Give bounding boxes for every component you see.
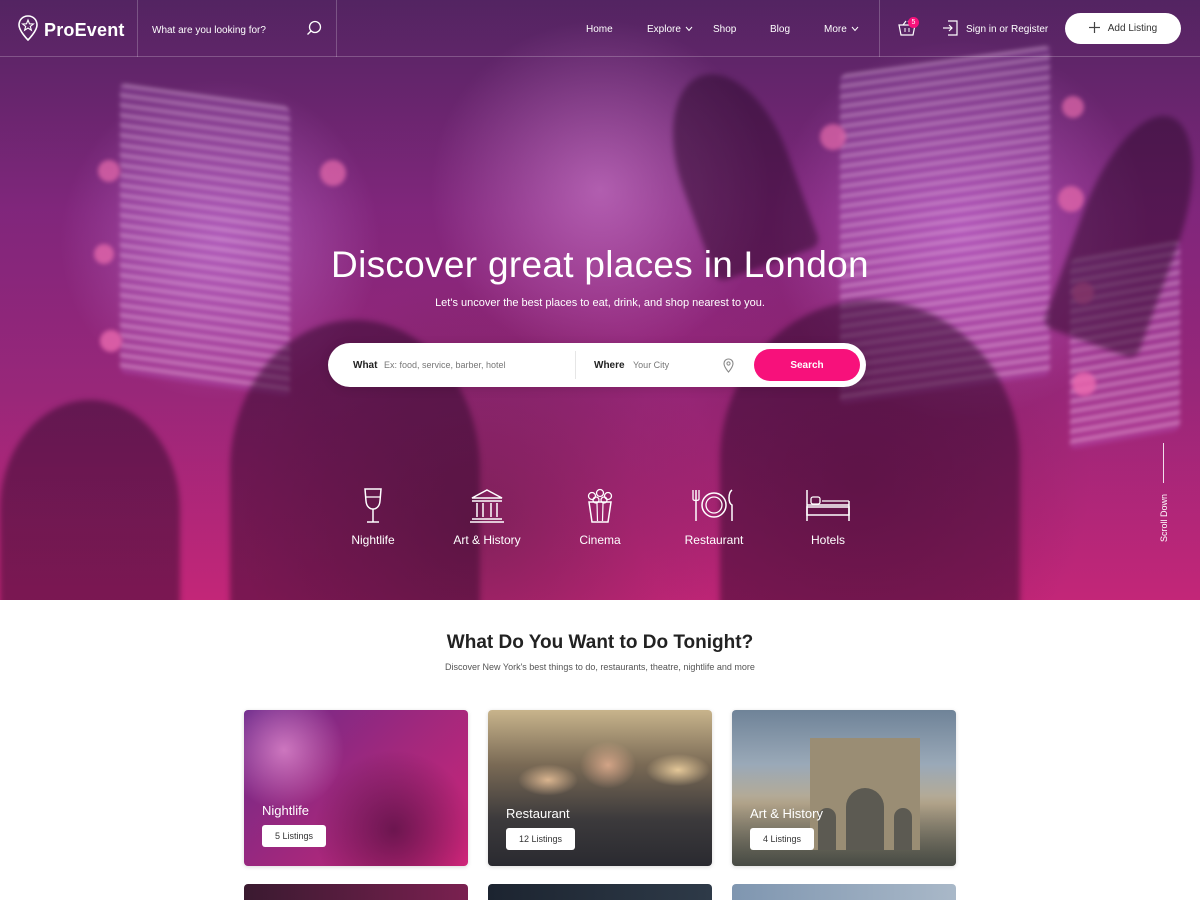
card-title: Art & History xyxy=(750,806,823,821)
nav-item-explore[interactable]: Explore xyxy=(647,24,693,35)
nav-item-label: Home xyxy=(586,24,613,35)
what-input[interactable] xyxy=(384,355,564,375)
nav-item-label: More xyxy=(824,24,847,35)
nav-item-home[interactable]: Home xyxy=(586,24,613,35)
category-card-nightlife[interactable]: Nightlife 5 Listings xyxy=(244,710,468,866)
category-label: Art & History xyxy=(453,533,521,547)
category-restaurant[interactable]: Restaurant xyxy=(664,487,764,547)
add-listing-label: Add Listing xyxy=(1107,23,1158,34)
search-icon[interactable] xyxy=(306,20,322,41)
nav-item-shop[interactable]: Shop xyxy=(713,24,736,35)
category-label: Nightlife xyxy=(351,533,395,547)
add-listing-button[interactable]: Add Listing xyxy=(1065,13,1181,44)
signin-label: Sign in or Register xyxy=(966,24,1049,35)
signin-link[interactable]: Sign in or Register xyxy=(942,20,1048,39)
nav-item-blog[interactable]: Blog xyxy=(770,24,790,35)
nav-search-placeholder[interactable]: What are you looking for? xyxy=(152,25,266,36)
search-divider xyxy=(575,351,576,379)
category-hotels[interactable]: Hotels xyxy=(778,487,878,547)
pin-star-icon xyxy=(18,15,38,46)
scroll-down-label: Scroll Down xyxy=(1159,494,1169,543)
section-subtitle: Discover New York's best things to do, r… xyxy=(445,662,755,672)
card-title: Nightlife xyxy=(262,803,309,818)
category-card-partial[interactable] xyxy=(732,884,956,900)
hero-title: Discover great places in London xyxy=(331,244,869,285)
nav-item-label: Blog xyxy=(770,24,791,35)
where-label: Where xyxy=(594,360,625,371)
bed-icon xyxy=(778,487,878,525)
triumphal-arch-image xyxy=(810,738,920,850)
scroll-down-indicator[interactable]: Scroll Down xyxy=(1157,443,1171,548)
logo[interactable]: ProEvent xyxy=(18,15,125,46)
listing-count-badge: 5 Listings xyxy=(262,825,327,847)
location-pin-icon[interactable] xyxy=(723,358,734,378)
chevron-down-icon xyxy=(685,24,693,35)
chevron-down-icon xyxy=(851,24,859,35)
hero-subtitle: Let's uncover the best places to eat, dr… xyxy=(435,297,765,309)
popcorn-icon xyxy=(550,487,650,525)
category-card-restaurant[interactable]: Restaurant 12 Listings xyxy=(488,710,712,866)
plate-cutlery-icon xyxy=(664,487,764,525)
category-card-partial[interactable] xyxy=(488,884,712,900)
search-button[interactable]: Search xyxy=(754,349,860,381)
plus-icon xyxy=(1088,21,1100,36)
category-cinema[interactable]: Cinema xyxy=(550,487,650,547)
nav-divider xyxy=(336,0,337,57)
category-label: Cinema xyxy=(579,533,621,547)
museum-icon xyxy=(437,487,537,525)
nav-divider xyxy=(137,0,138,57)
category-nightlife[interactable]: Nightlife xyxy=(323,487,423,547)
nav-item-more[interactable]: More xyxy=(824,24,859,35)
where-input[interactable] xyxy=(633,355,723,375)
listing-count-badge: 4 Listings xyxy=(750,828,815,850)
brand-name: ProEvent xyxy=(44,20,125,40)
what-label: What xyxy=(353,360,378,371)
scroll-line xyxy=(1163,443,1164,483)
wine-glass-icon xyxy=(323,487,423,525)
nav-search[interactable]: What are you looking for? xyxy=(152,20,322,41)
cart-count-badge: 5 xyxy=(908,17,919,28)
category-label: Restaurant xyxy=(684,533,744,547)
cart-button[interactable]: 5 xyxy=(898,17,919,41)
category-art-history[interactable]: Art & History xyxy=(437,487,537,547)
nav-item-label: Shop xyxy=(713,24,737,35)
category-card-partial[interactable] xyxy=(244,884,468,900)
section-title: What Do You Want to Do Tonight? xyxy=(446,632,754,653)
category-label: Hotels xyxy=(810,533,845,547)
login-icon xyxy=(942,20,958,39)
nav-divider xyxy=(879,0,880,57)
card-title: Restaurant xyxy=(506,806,570,821)
listing-count-badge: 12 Listings xyxy=(506,828,576,850)
top-navigation: ProEvent What are you looking for? Home … xyxy=(0,0,1200,57)
nav-item-label: Explore xyxy=(647,24,681,35)
hero-search-bar: What Where Search xyxy=(328,343,866,387)
category-card-art-history[interactable]: Art & History 4 Listings xyxy=(732,710,956,866)
